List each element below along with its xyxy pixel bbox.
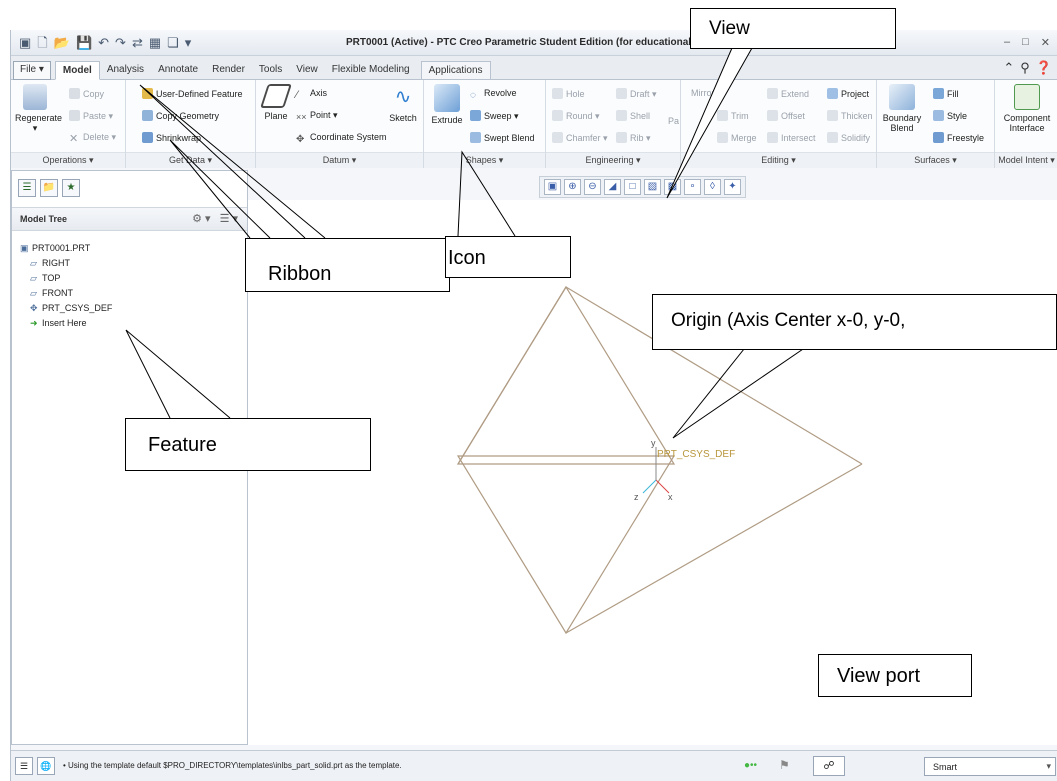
callout-origin-text: Origin (Axis Center x-0, y-0,	[671, 310, 906, 331]
leader-ribbon-2	[169, 139, 271, 239]
callout-feature-text: Feature	[148, 434, 217, 456]
leader-feature	[125, 329, 231, 419]
callout-view-text: View	[709, 18, 750, 39]
callout-origin: Origin (Axis Center x-0, y-0,	[652, 294, 1057, 350]
callout-view-port-text: View port	[837, 665, 921, 687]
callout-view-port: View port	[818, 654, 972, 697]
leader-icon	[457, 150, 516, 237]
callout-icon-text: Icon	[448, 247, 486, 269]
callout-feature: Feature	[125, 418, 371, 471]
leader-view	[666, 47, 753, 199]
callout-ribbon-text: Ribbon	[268, 263, 332, 285]
leader-ribbon-1	[139, 84, 326, 239]
callout-icon: Icon	[445, 236, 571, 278]
callout-view: View	[690, 8, 896, 49]
callout-ribbon: Ribbon	[245, 238, 450, 292]
